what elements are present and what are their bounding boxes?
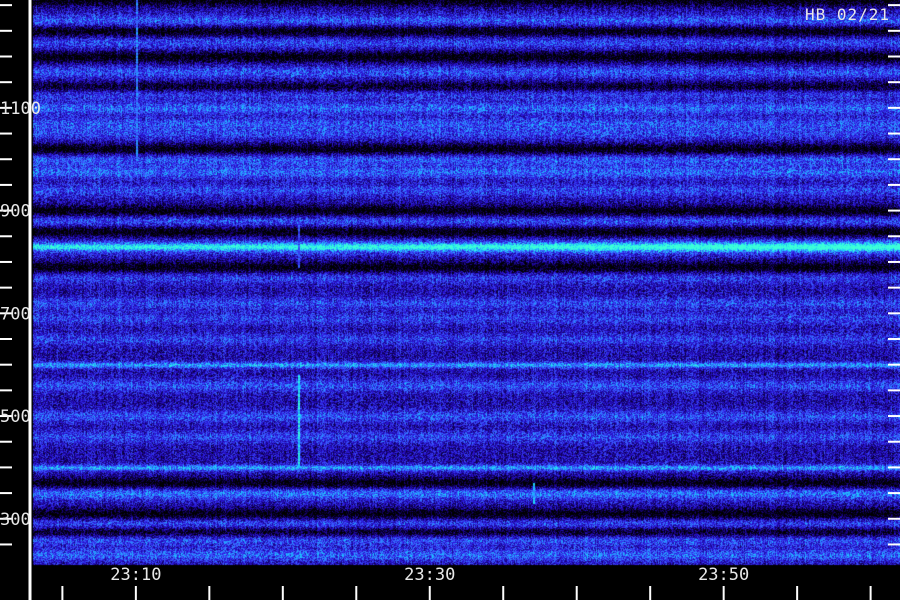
x-tick-label: 23:50 [698,565,749,585]
spectrogram-chart: 1100 900 700 500 300 23:10 23:30 23:50 HB 02/21 [0,0,900,600]
x-tick-label: 23:10 [110,565,161,585]
y-tick-label: 900 [0,202,31,222]
chart-axes: 1100 900 700 500 300 23:10 23:30 23:50 [0,0,900,600]
station-date-stamp: HB 02/21 [804,5,890,24]
y-tick-label: 700 [0,304,31,324]
y-tick-label: 500 [0,407,31,427]
y-tick-label: 300 [0,510,31,530]
y-tick-label: 1100 [0,99,41,119]
x-tick-label: 23:30 [404,565,455,585]
